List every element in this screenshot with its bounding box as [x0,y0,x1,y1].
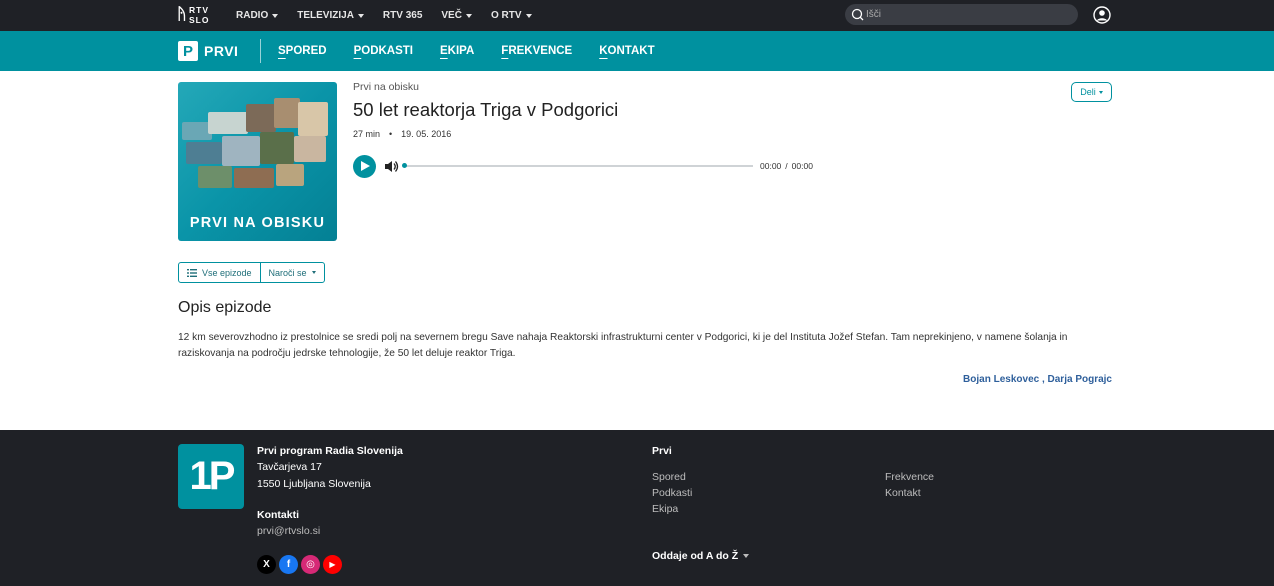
section-bar: P PRVI SPORED PODKASTI EKIPA FREKVENCE K… [0,31,1274,71]
top-bar: ᚤ RTV SLO RADIO TELEVIZIJA RTV 365 VEČ O… [0,0,1274,31]
nav-televizija[interactable]: TELEVIZIJA [297,10,364,21]
progress-handle[interactable] [402,163,407,168]
section-nav-frekvence[interactable]: FREKVENCE [501,45,572,57]
list-icon [187,268,197,277]
footer-org-name: Prvi program Radia Slovenija [257,445,403,457]
caret-down-icon [272,13,279,18]
nav-label: VEČ [441,10,462,21]
time-separator: / [785,161,788,171]
search-icon [851,8,864,21]
nav-o-rtv[interactable]: O RTV [491,10,532,21]
section-nav-ekipa[interactable]: EKIPA [440,45,474,57]
collage-tile [246,104,276,132]
caret-down-icon [525,13,532,18]
rtv-figure-icon: ᚤ [177,6,188,23]
caret-down-icon [743,554,750,558]
section-nav-spored[interactable]: SPORED [278,45,327,57]
footer: 1P Prvi program Radia Slovenija Tavčarje… [0,430,1274,586]
share-button[interactable]: Deli [1071,82,1112,102]
footer-email-link[interactable]: prvi@rtvslo.si [257,525,320,537]
nav-label: RADIO [236,10,269,21]
nav-label: RTV 365 [382,10,423,21]
collage-tile [298,102,328,136]
subscribe-label: Naroči se [268,267,307,278]
logo-line-2: SLO [189,15,210,25]
search-box[interactable] [845,4,1078,25]
meta-separator: • [389,129,393,139]
podcast-cover-image: PRVI NA OBISKU [178,82,337,241]
play-button[interactable] [353,155,376,178]
footer-link-spored[interactable]: Spored [652,471,686,483]
time-current: 00:00 [760,161,782,171]
footer-street: Tavčarjeva 17 [257,461,322,473]
nav-radio[interactable]: RADIO [236,10,279,21]
collage-tile [276,164,304,186]
collage-tile [186,142,222,164]
prvi-logo[interactable]: P PRVI [178,41,238,61]
social-links: X f ◎ ▶ [257,555,342,574]
show-name[interactable]: Prvi na obisku [353,81,419,93]
divider [260,39,261,63]
episode-date: 19. 05. 2016 [401,129,452,139]
audio-time: 00:00 / 00:00 [760,161,813,171]
caret-down-icon [357,13,364,18]
share-label: Deli [1080,87,1096,97]
description-text: 12 km severovzhodno iz prestolnice se sr… [178,332,1068,359]
instagram-icon[interactable]: ◎ [301,555,320,574]
top-nav: RADIO TELEVIZIJA RTV 365 VEČ O RTV [236,0,532,31]
caret-down-icon [1098,90,1103,94]
collage-tile [198,166,232,188]
description-heading: Opis epizode [178,299,272,316]
nav-vec[interactable]: VEČ [441,10,472,21]
audio-progress-bar[interactable] [402,163,753,168]
episode-title: 50 let reaktorja Triga v Podgorici [353,99,619,120]
episode-actions: Vse epizode Naroči se [178,262,325,283]
subscribe-button[interactable]: Naroči se [259,263,324,282]
footer-links-heading: Prvi [652,445,672,457]
section-nav-kontakt[interactable]: KONTAKT [599,45,654,57]
nav-label: O RTV [490,10,522,21]
x-icon[interactable]: X [257,555,276,574]
footer-link-ekipa[interactable]: Ekipa [652,503,678,515]
search-input[interactable] [866,4,1066,25]
episode-duration: 27 min [353,129,381,139]
footer-link-podkasti[interactable]: Podkasti [652,487,692,499]
collage-tile [294,136,326,162]
footer-city: 1550 Ljubljana Slovenija [257,478,371,490]
cover-title: PRVI NA OBISKU [189,215,326,231]
footer-link-kontakt[interactable]: Kontakt [885,487,921,499]
section-nav-podkasti[interactable]: PODKASTI [354,45,413,57]
caret-down-icon [465,13,472,18]
all-episodes-label: Vse epizode [202,267,252,278]
facebook-icon[interactable]: f [279,555,298,574]
footer-contacts-heading: Kontakti [257,509,299,521]
collage-tile [260,132,294,164]
nav-rtv365[interactable]: RTV 365 [383,10,422,21]
prvi-logo-text: PRVI [204,43,239,59]
volume-icon[interactable] [384,159,399,174]
caret-down-icon [311,271,316,274]
footer-link-frekvence[interactable]: Frekvence [885,471,934,483]
rtv-slo-logo[interactable]: ᚤ RTV SLO [177,4,213,26]
authors-links[interactable]: Bojan Leskovec , Darja Pograjc [950,374,1112,385]
logo-line-1: RTV [189,5,209,15]
section-nav: SPORED PODKASTI EKIPA FREKVENCE KONTAKT [278,31,655,71]
footer-prvi-logo[interactable]: 1P [178,444,244,509]
time-total: 00:00 [791,161,813,171]
collage-tile [208,112,248,134]
collage-tile [234,168,274,188]
nav-label: TELEVIZIJA [297,10,354,21]
collage-tile [274,98,300,128]
all-episodes-button[interactable]: Vse epizode [179,263,260,282]
prvi-logo-mark: P [178,41,198,61]
youtube-icon[interactable]: ▶ [323,555,342,574]
collage-tile [222,136,260,166]
user-account-icon[interactable] [1093,6,1111,24]
episode-meta: 27 min • 19. 05. 2016 [353,129,451,139]
shows-a-to-z-dropdown[interactable]: Oddaje od A do Ž [652,550,750,562]
atoz-label: Oddaje od A do Ž [652,550,739,562]
